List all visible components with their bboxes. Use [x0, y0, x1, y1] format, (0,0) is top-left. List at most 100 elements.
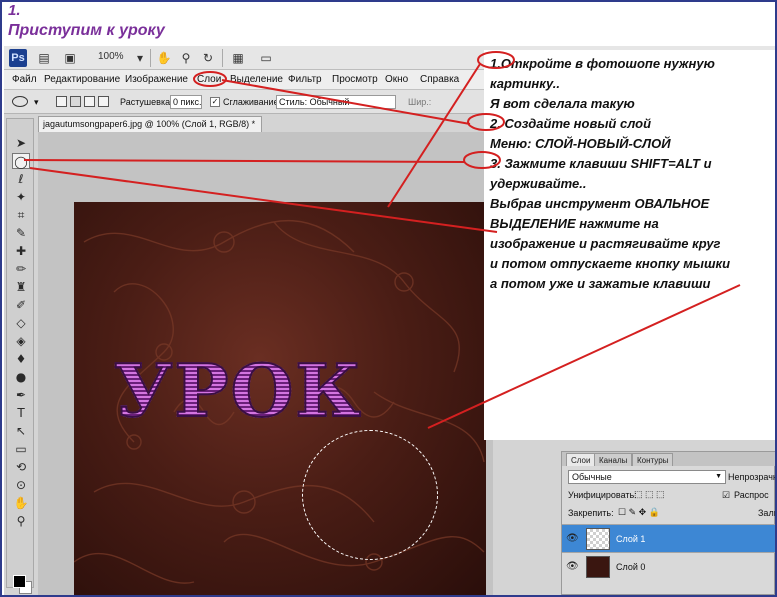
clone-stamp-tool-icon[interactable]: ♜	[12, 279, 30, 295]
opacity-label: Непрозрачн	[728, 472, 775, 482]
hand-tool-icon[interactable]: ✋	[156, 51, 172, 65]
zoom-tool-icon[interactable]: ⚲	[12, 513, 30, 529]
blur-tool-icon[interactable]: ♦	[12, 351, 30, 367]
instruction-line: ВЫДЕЛЕНИЕ нажмите на	[490, 216, 659, 231]
document-tab[interactable]: jagautumsongpaper6.jpg @ 100% (Слой 1, R…	[38, 116, 262, 132]
menu-item-select[interactable]: Выделение	[230, 74, 283, 85]
blend-mode-value: Обычные	[572, 472, 612, 482]
tab-layers[interactable]: Слои	[566, 453, 596, 466]
style-select[interactable]: Стиль: Обычный	[276, 95, 396, 109]
lesson-title: Приступим к уроку	[8, 22, 165, 39]
unify-icons[interactable]: ⬚ ⬚ ⬚	[634, 489, 665, 500]
unify-label: Унифицировать:	[568, 490, 637, 500]
artwork-title-text: УРОК	[113, 347, 363, 434]
separator	[222, 49, 223, 67]
layer-row-layer-0[interactable]: 👁 Слой 0	[562, 552, 775, 580]
history-brush-tool-icon[interactable]: ✐	[12, 297, 30, 313]
propagate-checkbox[interactable]: ☑	[722, 490, 730, 501]
tab-paths[interactable]: Контуры	[632, 453, 674, 466]
screen-mode-icon[interactable]: ▭	[258, 51, 274, 65]
separator	[150, 49, 151, 67]
menu-item-filter[interactable]: Фильтр	[288, 74, 322, 85]
menu-item-view[interactable]: Просмотр	[332, 74, 378, 85]
instruction-line: Выбрав инструмент ОВАЛЬНОЕ	[490, 196, 710, 211]
zoom-level[interactable]: 100%	[98, 51, 124, 62]
layer-name: Слой 0	[616, 562, 646, 572]
instruction-line: Я вот сделала такую	[490, 96, 635, 111]
instruction-line: Меню: СЛОЙ-НОВЫЙ-СЛОЙ	[490, 136, 671, 151]
document-image[interactable]: УРОК	[74, 202, 486, 595]
3d-camera-tool-icon[interactable]: ⊙	[12, 477, 30, 493]
photoshop-window: Ps ▤ ▣ 100% ▾ ✋ ⚲ ↻ ▦ ▭ Файл Редактирова…	[4, 46, 775, 595]
type-tool-icon[interactable]: T	[12, 405, 30, 421]
step-number: 1.	[8, 2, 21, 19]
lock-label: Закрепить:	[568, 508, 614, 518]
3d-rotate-tool-icon[interactable]: ⟲	[12, 459, 30, 475]
width-label: Шир.:	[408, 97, 432, 107]
move-tool-icon[interactable]: ➤	[12, 135, 30, 151]
paint-bucket-tool-icon[interactable]: ◈	[12, 333, 30, 349]
pen-tool-icon[interactable]: ✒	[12, 387, 30, 403]
feather-label: Растушевка:	[120, 97, 173, 107]
lock-icons[interactable]: ☐ ✎ ✥ 🔒	[618, 507, 660, 518]
chevron-down-icon[interactable]: ▾	[132, 51, 148, 65]
menu-item-edit[interactable]: Редактирование	[44, 74, 120, 85]
instruction-line: изображение и растягивайте круг	[490, 236, 721, 251]
instruction-line: 1.Откройте в фотошопе нужную	[490, 56, 715, 71]
arrange-documents-icon[interactable]: ▦	[230, 51, 246, 65]
photoshop-logo: Ps	[9, 49, 27, 67]
brush-tool-icon[interactable]: ✏	[12, 261, 30, 277]
tools-panel: ➤ ◯ ℓ ✦ ⌗ ✎ ✚ ✏ ♜ ✐ ◇ ◈ ♦ ● ✒ T ↖ ▭ ⟲ ⊙ …	[6, 118, 34, 594]
eraser-tool-icon[interactable]: ◇	[12, 315, 30, 331]
menu-item-window[interactable]: Окно	[385, 74, 408, 85]
layers-panel-tabs: Слои Каналы Контуры	[562, 452, 775, 466]
propagate-label: Распрос	[734, 490, 769, 500]
layer-thumbnail	[586, 528, 610, 550]
chevron-down-icon: ▼	[715, 473, 722, 480]
elliptical-marquee-preset-icon[interactable]	[12, 96, 28, 107]
fill-label: Зали	[758, 508, 775, 518]
zoom-tool-icon[interactable]: ⚲	[178, 51, 194, 65]
blend-mode-select[interactable]: Обычные ▼	[568, 470, 726, 484]
layer-name: Слой 1	[616, 534, 646, 544]
layer-row-layer-1[interactable]: 👁 Слой 1	[562, 524, 775, 552]
add-to-selection-icon[interactable]	[70, 96, 81, 107]
eyedropper-tool-icon[interactable]: ✎	[12, 225, 30, 241]
rotate-view-icon[interactable]: ↻	[200, 51, 216, 65]
hand-tool-icon[interactable]: ✋	[12, 495, 30, 511]
instruction-line: удерживайте..	[490, 176, 587, 191]
instruction-line: а потом уже и зажатые клавиши	[490, 276, 711, 291]
menu-item-file[interactable]: Файл	[12, 74, 37, 85]
layer-thumbnail	[586, 556, 610, 578]
mini-bridge-icon[interactable]: ▣	[62, 51, 78, 65]
menu-item-help[interactable]: Справка	[420, 74, 459, 85]
instruction-line: 3. Зажмите клавиши SHIFT=ALT и	[490, 156, 712, 171]
foreground-color-swatch[interactable]	[13, 575, 26, 588]
instructions-note: 1.Откройте в фотошопе нужную картинку.. …	[484, 50, 775, 440]
healing-brush-tool-icon[interactable]: ✚	[12, 243, 30, 259]
intersect-selection-icon[interactable]	[98, 96, 109, 107]
subtract-selection-icon[interactable]	[84, 96, 95, 107]
elliptical-marquee-tool-icon[interactable]: ◯	[12, 153, 30, 169]
instruction-line: картинку..	[490, 76, 560, 91]
path-selection-tool-icon[interactable]: ↖	[12, 423, 30, 439]
new-selection-icon[interactable]	[56, 96, 67, 107]
lasso-tool-icon[interactable]: ℓ	[12, 171, 30, 187]
dodge-tool-icon[interactable]: ●	[12, 369, 30, 385]
chevron-down-icon[interactable]: ▾	[34, 97, 39, 108]
layers-panel: Слои Каналы Контуры Обычные ▼ Непрозрачн…	[561, 451, 775, 595]
crop-tool-icon[interactable]: ⌗	[12, 207, 30, 223]
magic-wand-tool-icon[interactable]: ✦	[12, 189, 30, 205]
shape-tool-icon[interactable]: ▭	[12, 441, 30, 457]
elliptical-selection-marquee[interactable]	[302, 430, 438, 560]
antialias-label: Сглаживание	[223, 97, 279, 107]
menu-item-image[interactable]: Изображение	[125, 74, 188, 85]
feather-input[interactable]: 0 пикс.	[170, 95, 202, 109]
antialias-checkbox[interactable]: ✓	[210, 97, 220, 107]
bridge-icon[interactable]: ▤	[36, 51, 52, 65]
menu-item-layers[interactable]: Слои	[197, 74, 221, 85]
eye-icon[interactable]: 👁	[566, 561, 579, 572]
eye-icon[interactable]: 👁	[566, 533, 579, 544]
tab-channels[interactable]: Каналы	[594, 453, 633, 466]
instruction-line: и потом отпускаете кнопку мышки	[490, 256, 731, 271]
